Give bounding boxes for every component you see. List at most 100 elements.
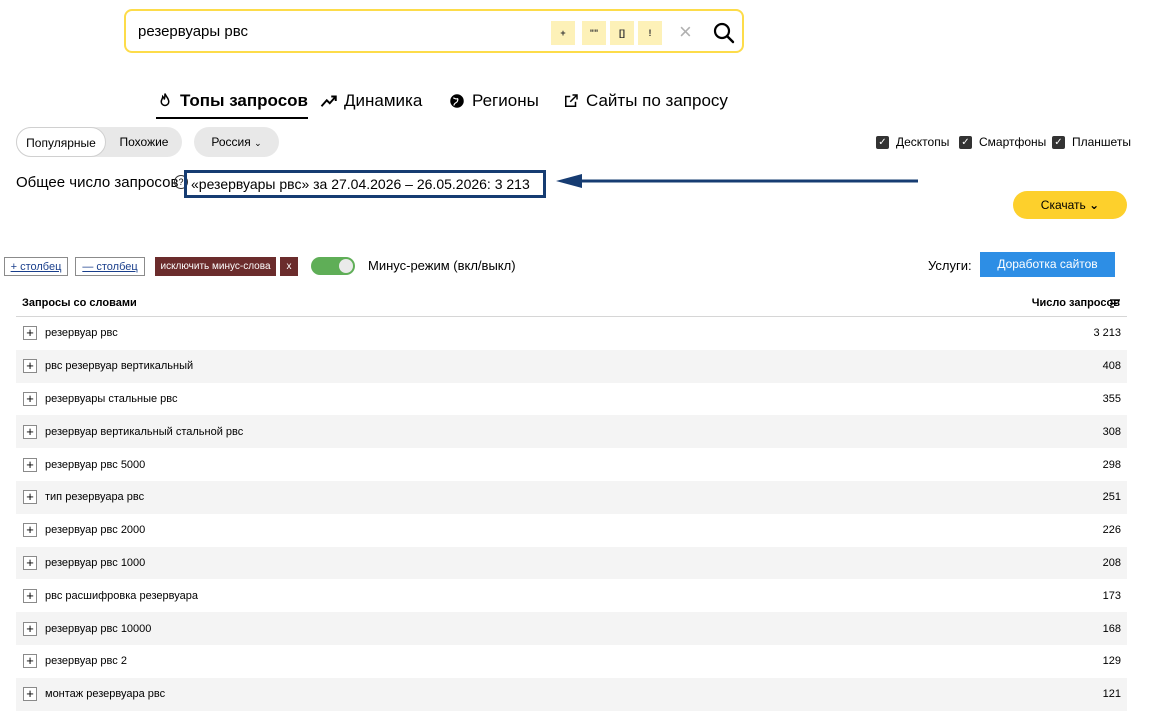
expand-plus-icon[interactable]: +	[23, 326, 37, 341]
exclude-minus-words-button[interactable]: исключить минус-слова	[155, 257, 276, 276]
sort-icon[interactable]	[1110, 299, 1120, 308]
query-count: 298	[1102, 458, 1121, 471]
tab-label: Топы запросов	[180, 91, 308, 110]
query-phrase[interactable]: тип резервуара рвс	[45, 491, 144, 503]
expand-plus-icon[interactable]: +	[23, 359, 37, 374]
query-phrase[interactable]: резервуар рвс	[45, 327, 118, 339]
query-count: 129	[1102, 655, 1121, 668]
query-count: 208	[1102, 556, 1121, 569]
minus-mode-label: Минус-режим (вкл/выкл)	[368, 258, 516, 273]
table-row: + резервуар рвс 1000 208	[16, 546, 1127, 580]
query-phrase[interactable]: резервуар вертикальный стальной рвс	[45, 426, 243, 438]
fire-icon	[160, 93, 170, 107]
check-icon: ✓	[1052, 135, 1065, 149]
globe-icon	[450, 94, 464, 108]
table-row: + тип резервуара рвс 251	[16, 480, 1127, 514]
add-column-button[interactable]: + столбец	[4, 257, 68, 276]
tab-dynamics[interactable]: Динамика	[320, 88, 422, 114]
column-header-phrase: Запросы со словами	[22, 297, 137, 309]
expand-plus-icon[interactable]: +	[23, 523, 37, 538]
query-count: 355	[1102, 392, 1121, 405]
query-table: + резервуар рвс 3 213 + рвс резервуар вертик…	[16, 317, 1127, 711]
query-count: 3 213	[1093, 327, 1121, 340]
operator-quotes-button[interactable]: ""	[582, 21, 606, 45]
check-icon: ✓	[959, 135, 972, 149]
operator-plus-button[interactable]: +	[551, 21, 575, 45]
operator-exclamation-button[interactable]: !	[638, 21, 662, 45]
remove-column-button[interactable]: — столбец	[75, 257, 145, 276]
table-row: + резервуар вертикальный стальной рвс 308	[16, 415, 1127, 449]
exclude-close-button[interactable]: x	[280, 257, 298, 276]
query-count: 226	[1102, 524, 1121, 537]
query-phrase[interactable]: рвс расшифровка резервуара	[45, 590, 198, 602]
table-row: + рвс расшифровка резервуара 173	[16, 579, 1127, 612]
clear-icon[interactable]: ×	[679, 20, 692, 44]
mode-similar-button[interactable]: Похожие	[106, 127, 182, 157]
query-phrase[interactable]: рвс резервуар вертикальный	[45, 360, 193, 372]
download-label: Скачать	[1040, 198, 1086, 212]
checkbox-label: Десктопы	[896, 135, 950, 149]
table-row: + рвс резервуар вертикальный 408	[16, 349, 1127, 383]
total-queries-highlight: «резервуары рвс» за 27.04.2026 – 26.05.2…	[184, 170, 546, 198]
expand-plus-icon[interactable]: +	[23, 424, 37, 439]
toggle-knob	[339, 259, 353, 273]
query-phrase[interactable]: резервуар рвс 2	[45, 655, 127, 667]
expand-plus-icon[interactable]: +	[23, 654, 37, 669]
trend-icon	[320, 95, 337, 107]
checkbox-label: Смартфоны	[979, 135, 1047, 149]
region-label: Россия	[211, 135, 251, 149]
expand-plus-icon[interactable]: +	[23, 687, 37, 702]
site-improvement-button[interactable]: Доработка сайтов	[980, 252, 1115, 277]
external-link-icon	[565, 94, 578, 107]
annotation-arrow-icon	[556, 174, 918, 188]
download-button[interactable]: Скачать ⌄	[1013, 191, 1127, 219]
mode-popular-button[interactable]: Популярные	[16, 127, 106, 157]
query-phrase[interactable]: монтаж резервуара рвс	[45, 688, 165, 700]
expand-plus-icon[interactable]: +	[23, 391, 37, 406]
table-row: + резервуар рвс 10000 168	[16, 612, 1127, 645]
expand-plus-icon[interactable]: +	[23, 457, 37, 472]
query-count: 251	[1102, 491, 1121, 504]
tab-label: Динамика	[344, 91, 423, 110]
table-row: + резервуар рвс 3 213	[16, 317, 1127, 350]
search-input[interactable]: резервуары рвс	[138, 23, 248, 40]
query-phrase[interactable]: резервуары стальные рвс	[45, 393, 178, 405]
device-tablet-checkbox[interactable]: ✓ Планшеты	[1052, 135, 1131, 149]
check-icon: ✓	[876, 135, 889, 149]
search-icon[interactable]	[712, 21, 736, 45]
tab-top-queries[interactable]: Топы запросов	[156, 88, 308, 119]
tab-sites[interactable]: Сайты по запросу	[562, 88, 728, 114]
tab-label: Регионы	[472, 91, 539, 110]
query-phrase[interactable]: резервуар рвс 2000	[45, 524, 145, 536]
expand-plus-icon[interactable]: +	[23, 490, 37, 505]
expand-plus-icon[interactable]: +	[23, 588, 37, 603]
operator-brackets-button[interactable]: []	[610, 21, 634, 45]
table-row: + монтаж резервуара рвс 121	[16, 677, 1127, 711]
device-smartphone-checkbox[interactable]: ✓ Смартфоны	[959, 135, 1046, 149]
checkbox-label: Планшеты	[1072, 135, 1131, 149]
query-count: 308	[1102, 425, 1121, 438]
tab-label: Сайты по запросу	[586, 91, 728, 110]
mode-switch[interactable]: Популярные Похожие	[16, 127, 182, 157]
device-desktop-checkbox[interactable]: ✓ Десктопы	[876, 135, 949, 149]
query-count: 168	[1102, 622, 1121, 635]
query-phrase[interactable]: резервуар рвс 10000	[45, 623, 151, 635]
query-phrase[interactable]: резервуар рвс 5000	[45, 459, 145, 471]
table-row: + резервуар рвс 5000 298	[16, 448, 1127, 481]
table-row: + резервуары стальные рвс 355	[16, 383, 1127, 416]
region-dropdown[interactable]: Россия ⌄	[194, 127, 279, 157]
services-label: Услуги:	[928, 258, 972, 273]
chevron-down-icon: ⌄	[254, 138, 262, 148]
tab-regions[interactable]: Регионы	[448, 88, 539, 114]
query-count: 408	[1102, 360, 1121, 373]
column-header-count[interactable]: Число запросов	[1032, 297, 1120, 309]
total-queries-label: Общее число запросов	[16, 174, 179, 191]
search-bar[interactable]: резервуары рвс + "" [] ! ×	[124, 9, 744, 53]
expand-plus-icon[interactable]: +	[23, 555, 37, 570]
minus-mode-toggle[interactable]	[311, 257, 355, 275]
query-count: 173	[1102, 589, 1121, 602]
expand-plus-icon[interactable]: +	[23, 621, 37, 636]
chevron-down-icon: ⌄	[1089, 198, 1100, 212]
query-phrase[interactable]: резервуар рвс 1000	[45, 557, 145, 569]
query-count: 121	[1102, 688, 1121, 701]
